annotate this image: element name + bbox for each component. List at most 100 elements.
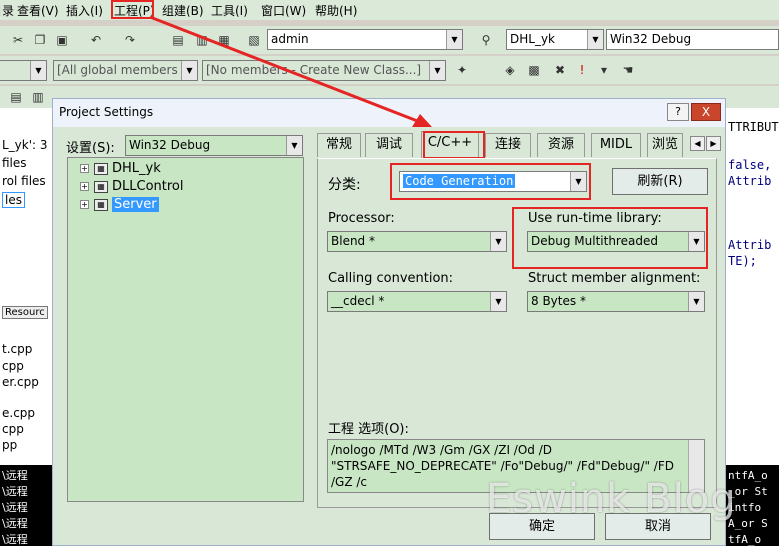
- hand-icon[interactable]: ☚: [620, 62, 636, 78]
- find-in-files-icon[interactable]: ▧: [246, 32, 262, 48]
- menu-item-help[interactable]: 帮助(H): [315, 2, 357, 19]
- chevron-down-icon[interactable]: ▼: [181, 61, 197, 80]
- undo-icon[interactable]: ↶: [88, 32, 104, 48]
- file-item[interactable]: pp: [2, 438, 17, 452]
- code-line: Attrib: [728, 174, 772, 188]
- wizard-wand-icon[interactable]: ✦: [454, 62, 470, 78]
- chevron-down-icon[interactable]: ▼: [587, 30, 603, 49]
- tab-link[interactable]: 连接: [485, 133, 531, 157]
- processor-combo-value: Blend *: [331, 234, 375, 248]
- project-combo-value: DHL_yk: [510, 32, 555, 46]
- project-icon: ▦: [94, 198, 108, 211]
- dialog-titlebar[interactable]: Project Settings ? X: [53, 99, 725, 127]
- find-combo[interactable]: admin ▼: [267, 29, 463, 50]
- file-item[interactable]: cpp: [2, 359, 24, 373]
- filter-combo[interactable]: [All global members ▼: [53, 60, 198, 81]
- build-icon[interactable]: ▩: [526, 62, 542, 78]
- menu-item-directory[interactable]: 目录: [0, 2, 14, 19]
- settings-for-combo-value: Win32 Debug: [129, 138, 211, 152]
- resource-tab[interactable]: Resourc: [2, 306, 48, 319]
- struct-alignment-combo[interactable]: 8 Bytes * ▼: [527, 291, 705, 312]
- code-line: TE);: [728, 254, 757, 268]
- file-item[interactable]: e.cpp: [2, 406, 35, 420]
- tab-resources[interactable]: 资源: [537, 133, 585, 157]
- find-combo-value: admin: [271, 32, 309, 46]
- tree-node[interactable]: + ▦ DHL_yk: [80, 161, 161, 177]
- workspace-line: L_yk': 3: [2, 138, 48, 152]
- calling-convention-combo-value: __cdecl *: [331, 294, 385, 308]
- settings-for-combo[interactable]: Win32 Debug ▼: [125, 135, 303, 156]
- tab-general[interactable]: 常规: [317, 133, 361, 157]
- toolbar-extra-icon[interactable]: ▤: [8, 89, 24, 105]
- cut-icon[interactable]: ✂: [10, 32, 26, 48]
- project-menu-highlight: [111, 0, 154, 19]
- file-item[interactable]: t.cpp: [2, 342, 32, 356]
- processor-combo[interactable]: Blend * ▼: [327, 231, 507, 252]
- workspace-icon[interactable]: ▤: [170, 32, 186, 48]
- menu-item-build[interactable]: 组建(B): [162, 2, 204, 19]
- console-line: \远程: [2, 485, 28, 498]
- project-tree: + ▦ DHL_yk + ▦ DLLControl + ▦ Server: [67, 157, 304, 502]
- chevron-down-icon[interactable]: ▼: [490, 292, 506, 311]
- category-label: 分类:: [328, 177, 361, 193]
- category-highlight: [390, 163, 591, 200]
- redo-icon[interactable]: ↷: [122, 32, 138, 48]
- workspace-line: rol files: [2, 174, 46, 188]
- output-console-left: \远程 \远程 \远程 \远程 \远程: [0, 465, 52, 546]
- console-line: \远程: [2, 517, 28, 530]
- toolbar-extra-icon[interactable]: ▥: [30, 89, 46, 105]
- struct-alignment-label: Struct member alignment:: [528, 271, 701, 286]
- project-combo[interactable]: DHL_yk ▼: [506, 29, 604, 50]
- expand-icon[interactable]: +: [80, 182, 89, 191]
- tree-node[interactable]: + ▦ DLLControl: [80, 179, 184, 195]
- chevron-down-icon[interactable]: ▼: [446, 30, 462, 49]
- chevron-down-icon[interactable]: ▼: [688, 292, 704, 311]
- members-combo[interactable]: [No members - Create New Class...] ▼: [202, 60, 446, 81]
- reset-button[interactable]: 刷新(R): [612, 168, 708, 195]
- console-line: tfA_o: [728, 533, 762, 546]
- console-line: \远程: [2, 501, 28, 514]
- menu-item-tools[interactable]: 工具(I): [211, 2, 248, 19]
- close-button[interactable]: X: [691, 103, 721, 121]
- copy-icon[interactable]: ❐: [32, 32, 48, 48]
- menu-item-window[interactable]: 窗口(W): [261, 2, 306, 19]
- tab-scroll-left-icon[interactable]: ◀: [690, 136, 705, 151]
- chevron-down-icon[interactable]: ▼: [490, 232, 506, 251]
- project-icon: ▦: [94, 180, 108, 193]
- tab-browse[interactable]: 浏览: [647, 133, 683, 157]
- menu-item-view[interactable]: 查看(V): [17, 2, 59, 19]
- stop-build-icon[interactable]: ✖: [552, 62, 568, 78]
- class-combo[interactable]: ▼: [0, 60, 47, 81]
- insert-breakpoint-icon[interactable]: ▾: [596, 62, 612, 78]
- expand-icon[interactable]: +: [80, 164, 89, 173]
- expand-icon[interactable]: +: [80, 200, 89, 209]
- windows-icon[interactable]: ▦: [216, 32, 232, 48]
- tab-scroll-right-icon[interactable]: ▶: [706, 136, 721, 151]
- processor-label: Processor:: [328, 211, 395, 226]
- output-icon[interactable]: ▥: [194, 32, 210, 48]
- file-item[interactable]: er.cpp: [2, 375, 39, 389]
- execute-icon[interactable]: !: [574, 62, 590, 78]
- watermark: Eswink Blog: [486, 476, 737, 522]
- project-options-label: 工程 选项(O):: [328, 422, 409, 437]
- tab-debug[interactable]: 调试: [365, 133, 413, 157]
- binoculars-icon[interactable]: ⚲: [478, 32, 494, 48]
- code-line: false,: [728, 158, 772, 172]
- file-item[interactable]: cpp: [2, 422, 24, 436]
- chevron-down-icon[interactable]: ▼: [30, 61, 46, 80]
- menu-item-insert[interactable]: 插入(I): [66, 2, 103, 19]
- help-button[interactable]: ?: [667, 103, 689, 121]
- runtime-library-highlight: [512, 207, 708, 269]
- tree-node-selected[interactable]: + ▦ Server: [80, 197, 159, 213]
- code-line: TTRIBUTE: [728, 120, 779, 134]
- toolbar-wizardbar: ▼ [All global members ▼ [No members - Cr…: [0, 56, 779, 84]
- configuration-combo[interactable]: Win32 Debug: [606, 29, 779, 50]
- paste-icon[interactable]: ▣: [54, 32, 70, 48]
- chevron-down-icon[interactable]: ▼: [429, 61, 445, 80]
- tab-midl[interactable]: MIDL: [591, 133, 641, 157]
- compile-icon[interactable]: ◈: [502, 62, 518, 78]
- project-icon: ▦: [94, 162, 108, 175]
- chevron-down-icon[interactable]: ▼: [286, 136, 302, 155]
- workspace-line[interactable]: les: [2, 192, 25, 208]
- calling-convention-combo[interactable]: __cdecl * ▼: [327, 291, 507, 312]
